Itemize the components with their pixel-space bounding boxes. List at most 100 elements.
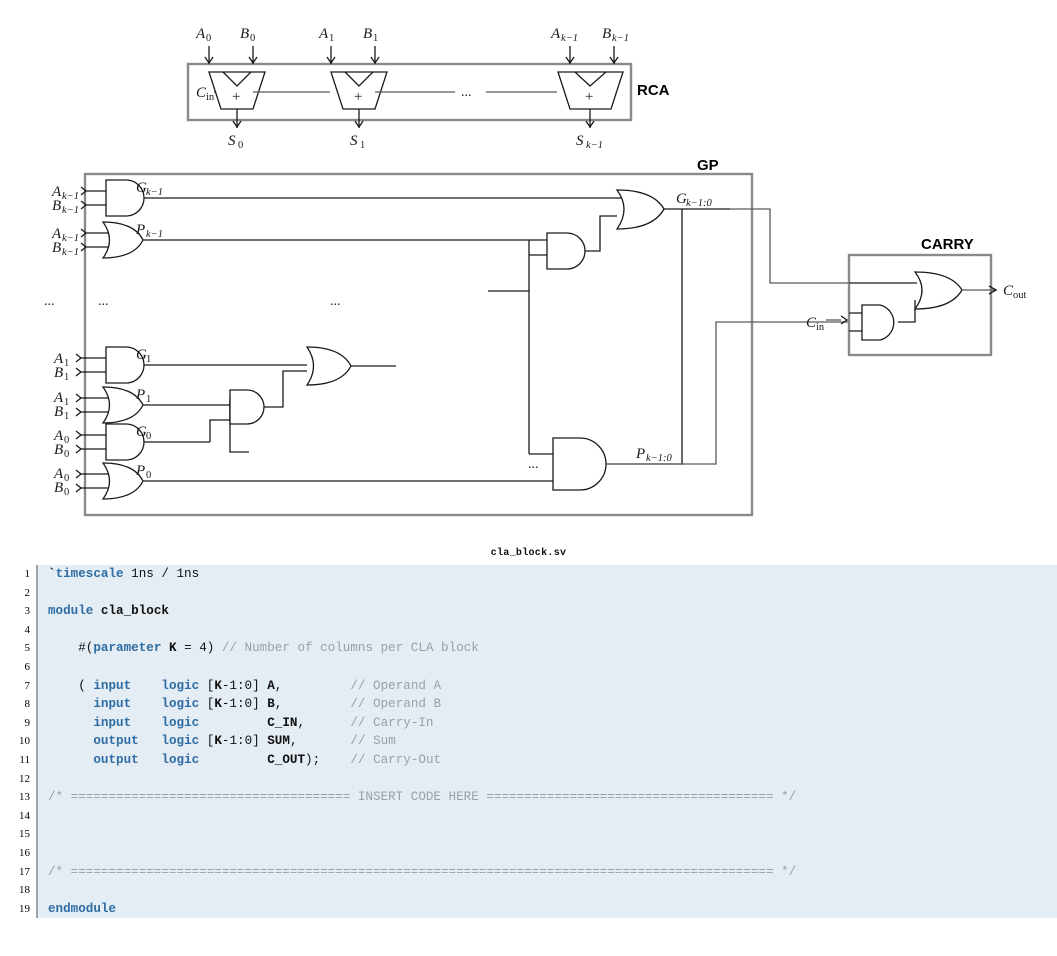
rca-s0-subscript: 0: [238, 140, 243, 151]
gp-b1-sub-3: 1: [64, 411, 69, 422]
carry-block: CARRY C in C out: [806, 236, 1027, 357]
code-body[interactable]: `timescale 1ns / 1ns module cla_block #(…: [38, 565, 1057, 919]
line-number: 14: [19, 809, 30, 822]
code-line: output logic [K-1:0] SUM, // Sum: [93, 734, 396, 749]
rca-a1-subscript: 1: [329, 33, 334, 44]
code-line: module cla_block: [48, 604, 169, 619]
gp-port-arrow-a2: [75, 353, 83, 363]
gp-out-g-k1-sub: k−1: [146, 187, 163, 198]
gp-out-p0-sub: 0: [146, 470, 151, 481]
line-number-gutter: 1 2 3 4 5 6 7 8 9 10 11 12 13 14 15 16 17 18 19: [0, 565, 36, 919]
gp-ellipsis-mid: ...: [330, 294, 341, 309]
gp-b-k1-symbol-1: B: [52, 240, 61, 256]
gp-and-p1g0: [209, 370, 307, 453]
gp-a-k1-sub-0: k−1: [62, 191, 79, 202]
rca-a0-subscript: 0: [206, 33, 211, 44]
line-number: 17: [19, 865, 30, 878]
gp-a1-sub-2: 1: [64, 358, 69, 369]
gp-port-arrow-a3: [75, 393, 83, 403]
rca-b1-symbol: B: [363, 26, 372, 42]
circuit-diagram: RCA C in A 0 B 0 + S 0 A 1 B 1 + S 1 ...…: [0, 0, 1057, 545]
code-line: /* =====================================…: [48, 790, 797, 805]
code-line: output logic C_OUT); // Carry-Out: [93, 752, 442, 767]
rca-adder-1-plus: +: [353, 89, 363, 105]
carry-and-out: [898, 300, 916, 323]
rca-s1-subscript: 1: [360, 140, 365, 151]
gp-out-p0-symbol: P: [135, 463, 145, 479]
rca-bk1-symbol: B: [602, 26, 611, 42]
code-line: #(parameter K = 4) // Number of columns …: [48, 641, 479, 656]
gp-port-arrow-b2: [75, 367, 83, 377]
rca-s0-symbol: S: [228, 133, 236, 149]
gp-prop-out-wire: [606, 209, 683, 465]
gp-ellipsis-left: ...: [44, 294, 55, 309]
rca-s1-symbol: S: [350, 133, 358, 149]
gp-port-arrow-b5: [75, 483, 83, 493]
line-number: 1: [24, 568, 31, 580]
carry-in-subscript: in: [816, 322, 825, 333]
line-number: 11: [19, 753, 30, 766]
gp-or-group-generate: G k−1:0: [615, 189, 730, 230]
gp-gate-g-k1: A k−1 B k−1 G k−1: [51, 179, 628, 217]
line-number: 4: [24, 623, 31, 636]
rca-ellipsis: ...: [461, 85, 472, 100]
gp-b0-sub-5: 0: [64, 487, 69, 498]
gp-or-gate-group-generate: [615, 189, 665, 230]
gp-b-k1-symbol-0: B: [52, 198, 61, 214]
gp-in-wires-1: [86, 232, 110, 248]
rca-adder-0-plus: +: [231, 89, 241, 105]
gp-g0-branch: [209, 419, 230, 442]
gp-out-p-k1-symbol: P: [135, 222, 145, 238]
line-number: 3: [24, 605, 31, 618]
gp-and-top-in-lower: [488, 240, 547, 292]
gp-port-arrow-b4: [75, 444, 83, 454]
gp-and-top: [488, 215, 617, 292]
code-listing[interactable]: 1 2 3 4 5 6 7 8 9 10 11 12 13 14 15 16 17 18 19 `timescale…: [0, 565, 1057, 919]
line-number: 15: [19, 828, 30, 841]
rca-bk1-subscript: k−1: [612, 33, 629, 44]
code-line: `timescale 1ns / 1ns: [48, 567, 200, 581]
gp-and-group-propagate: ... P k−1:0: [528, 209, 683, 491]
rca-block: RCA C in A 0 B 0 + S 0 A 1 B 1 + S 1 ...…: [186, 26, 670, 151]
line-number: 19: [19, 902, 30, 915]
gp-and-gate-top: [546, 232, 586, 270]
code-line: input logic C_IN, // Carry-In: [93, 715, 434, 730]
line-number: 18: [19, 884, 30, 897]
gp-out-g0-sub: 0: [146, 431, 151, 442]
gp-prop-in-top: [528, 291, 553, 455]
carry-or-gate-body: [913, 271, 963, 310]
rca-sk1-symbol: S: [576, 133, 584, 149]
gp-gate-g-1: A 1 B 1 G 1: [53, 346, 307, 384]
gp-block: GP A k−1 B k−1 G k−1 A k−1 B k−1 P k−1 .…: [44, 157, 849, 517]
gp-to-carry-propagate: [606, 321, 849, 465]
gp-b0-sub-4: 0: [64, 449, 69, 460]
gp-group-generate-sub: k−1:0: [686, 198, 712, 209]
code-line: endmodule: [48, 901, 117, 916]
line-number: 2: [24, 586, 31, 599]
line-number: 9: [24, 716, 31, 729]
gp-out-p-k1-sub: k−1: [146, 229, 163, 240]
rca-adder-k1-plus: +: [584, 89, 594, 105]
rca-a1-symbol: A: [318, 26, 329, 42]
rca-adder-1: A 1 B 1 + S 1: [318, 26, 388, 151]
line-number: 16: [19, 846, 30, 859]
gp-gate-p-k1: A k−1 B k−1 P k−1: [51, 221, 547, 259]
rca-b1-subscript: 1: [373, 33, 378, 44]
gp-group-propagate-sub: k−1:0: [646, 453, 672, 464]
rca-sk1-subscript: k−1: [586, 140, 603, 151]
line-number: 12: [19, 772, 30, 785]
gp-and-gate-inner: [229, 389, 265, 425]
carry-in-arrow: [840, 315, 849, 325]
code-file-title: cla_block.sv: [490, 548, 567, 559]
gp-b1-symbol-2: B: [54, 365, 63, 381]
gp-a1-sub-3: 1: [64, 397, 69, 408]
carry-and-gate-body: [861, 304, 895, 341]
gp-port-arrow-a4: [75, 430, 83, 440]
carry-and-gate: [849, 300, 916, 341]
gp-group-propagate-symbol: P: [635, 446, 645, 462]
gp-and-propagate-ellipsis: ...: [528, 457, 539, 472]
